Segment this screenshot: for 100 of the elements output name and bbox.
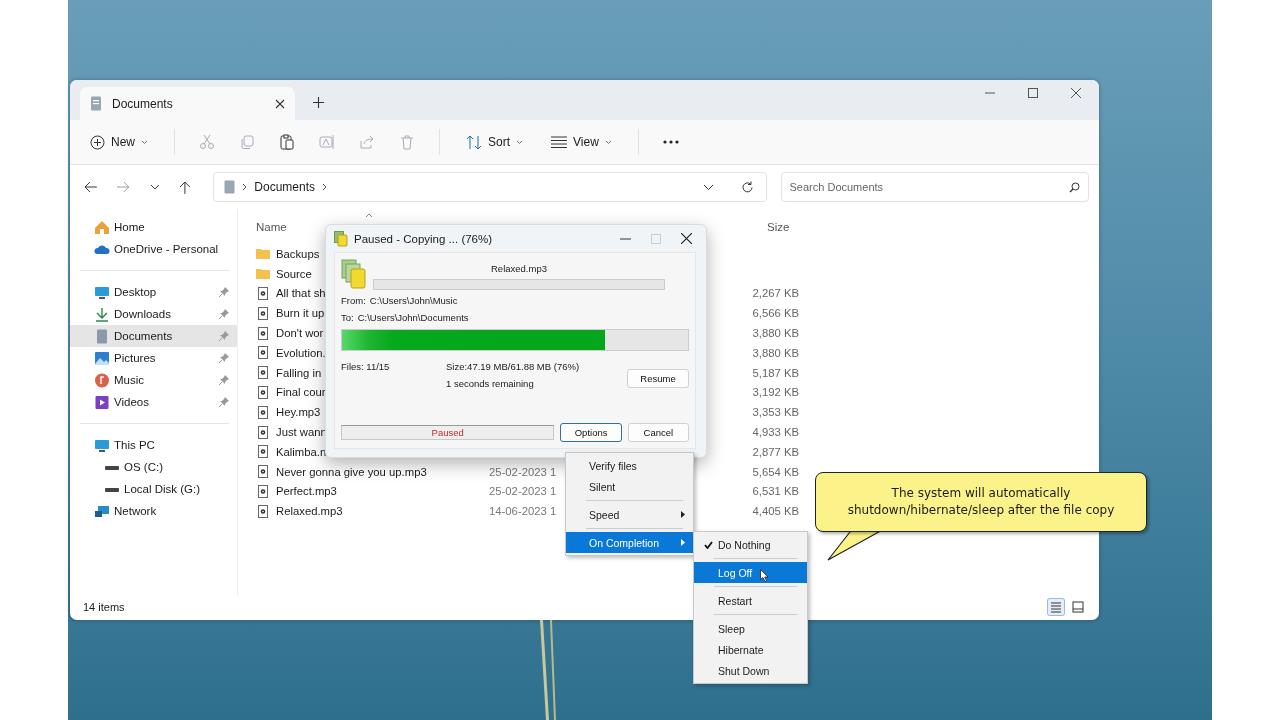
audio-file-icon <box>256 504 270 518</box>
menu-item[interactable]: Verify files <box>566 455 693 476</box>
sidebar-item[interactable]: Documents <box>70 325 237 347</box>
close-icon[interactable] <box>275 98 285 109</box>
file-size: 2,877 KB <box>752 445 799 458</box>
menu-item[interactable]: Hibernate <box>694 639 807 660</box>
callout-text: The system will automatically shutdown/hibernate/sleep after the file copy <box>847 485 1115 519</box>
details-view-icon[interactable] <box>1047 598 1065 616</box>
tab[interactable]: Documents <box>80 87 295 120</box>
audio-file-icon <box>256 306 270 320</box>
address-bar[interactable]: Documents <box>213 172 767 202</box>
up-arrow-icon[interactable] <box>179 180 192 194</box>
audio-file-icon <box>256 445 270 459</box>
minimize-icon[interactable] <box>620 237 631 240</box>
back-icon[interactable] <box>84 181 97 193</box>
file-size: 4,405 KB <box>752 505 799 518</box>
audio-file-icon <box>256 366 270 380</box>
sidebar-item[interactable]: Videos <box>70 391 237 413</box>
document-icon <box>94 328 110 344</box>
paste-icon[interactable] <box>279 134 295 150</box>
cancel-button[interactable]: Cancel <box>627 423 689 442</box>
audio-file-icon <box>256 287 270 300</box>
sidebar-item[interactable]: Desktop <box>70 281 237 303</box>
sidebar-item[interactable]: Music <box>70 369 237 391</box>
destination-path: C:\Users\John\Documents <box>357 311 469 323</box>
file-date: 14-06-2023 1 <box>489 505 557 518</box>
resume-button[interactable]: Resume <box>627 369 689 388</box>
menu-item[interactable]: Sleep <box>694 618 807 639</box>
audio-file-icon <box>256 385 270 399</box>
sort-button[interactable]: Sort <box>464 130 526 154</box>
file-size: 3,880 KB <box>752 327 799 340</box>
menu-item[interactable]: On Completion <box>566 532 693 553</box>
menu-item[interactable]: Silent <box>566 476 693 497</box>
file-size: 2,267 KB <box>752 287 799 300</box>
audio-file-icon <box>256 405 270 419</box>
view-button[interactable]: View <box>549 131 614 153</box>
column-header[interactable]: Size <box>767 221 807 233</box>
sidebar-item[interactable]: This PC <box>70 434 237 456</box>
item-count: 14 items <box>83 601 125 613</box>
maximize-icon[interactable] <box>1028 88 1038 98</box>
chevron-right-icon <box>242 183 248 191</box>
caret-icon <box>141 139 148 145</box>
menu-item[interactable]: Shut Down <box>694 660 807 681</box>
tab-title: Documents <box>112 96 174 111</box>
file-size: 3,192 KB <box>752 386 799 399</box>
drive-icon <box>104 485 120 493</box>
options-button[interactable]: Options <box>560 423 622 442</box>
folder-icon <box>256 268 270 280</box>
sidebar-item[interactable]: OS (C:) <box>70 456 237 478</box>
caret-icon <box>604 139 612 145</box>
desktop-icon <box>94 284 110 300</box>
from-label: From: <box>341 294 366 306</box>
document-icon <box>90 96 102 111</box>
tiles-view-icon[interactable] <box>1069 598 1087 616</box>
file-name[interactable]: Relaxed.mp3 <box>276 505 489 518</box>
music-icon <box>94 372 110 388</box>
search-icon <box>1069 182 1080 193</box>
document-icon <box>224 180 236 194</box>
file-size: 6,531 KB <box>752 485 799 498</box>
file-name: Relaxed.mp3 <box>491 263 547 274</box>
copy-files-icon <box>334 230 348 247</box>
menu-item[interactable]: Speed <box>566 504 693 525</box>
sidebar-item[interactable]: Local Disk (G:) <box>70 478 237 500</box>
menu-item[interactable]: Do Nothing <box>694 534 807 555</box>
video-icon <box>94 394 110 410</box>
new-button[interactable]: New <box>88 130 150 154</box>
mouse-cursor-icon <box>760 569 769 582</box>
new-tab-icon[interactable] <box>313 97 324 108</box>
dialog-title: Paused - Copying ... (76%) <box>354 232 493 245</box>
chevron-down-icon[interactable] <box>149 184 160 190</box>
sidebar-item[interactable]: OneDrive - Personal <box>70 238 237 260</box>
add-icon <box>90 134 105 150</box>
sidebar-item[interactable]: Downloads <box>70 303 237 325</box>
source-path: C:\Users\John\Music <box>369 294 458 306</box>
network-icon <box>94 503 110 519</box>
column-header[interactable]: Name <box>256 221 287 233</box>
sidebar-item[interactable]: Pictures <box>70 347 237 369</box>
file-size: 5,187 KB <box>752 366 799 379</box>
status-field: Paused <box>341 425 555 440</box>
file-name[interactable]: Never gonna give you up.mp3 <box>276 465 489 478</box>
file-count: Files: 11/15 <box>341 361 391 372</box>
maximize-icon <box>651 233 661 244</box>
file-name[interactable]: Perfect.mp3 <box>276 485 489 498</box>
close-icon[interactable] <box>1071 88 1081 98</box>
search-field[interactable]: Search Documents <box>780 172 1089 202</box>
close-icon[interactable] <box>681 233 692 244</box>
sidebar-item[interactable]: Home <box>70 216 237 238</box>
more-icon[interactable] <box>662 140 679 144</box>
menu-item[interactable]: Restart <box>694 590 807 611</box>
file-size: 3,353 KB <box>752 406 799 419</box>
breadcrumb[interactable]: Documents <box>254 180 315 194</box>
audio-file-icon <box>256 465 270 479</box>
file-date: 25-02-2023 1 <box>489 465 557 478</box>
sidebar-item[interactable]: Network <box>70 500 237 522</box>
picture-icon <box>94 350 110 366</box>
folder-icon <box>256 248 270 260</box>
copy-files-icon <box>341 259 367 289</box>
refresh-icon <box>740 180 754 194</box>
file-size: 6,566 KB <box>752 307 799 320</box>
menu-item[interactable]: Log Off <box>694 562 807 583</box>
